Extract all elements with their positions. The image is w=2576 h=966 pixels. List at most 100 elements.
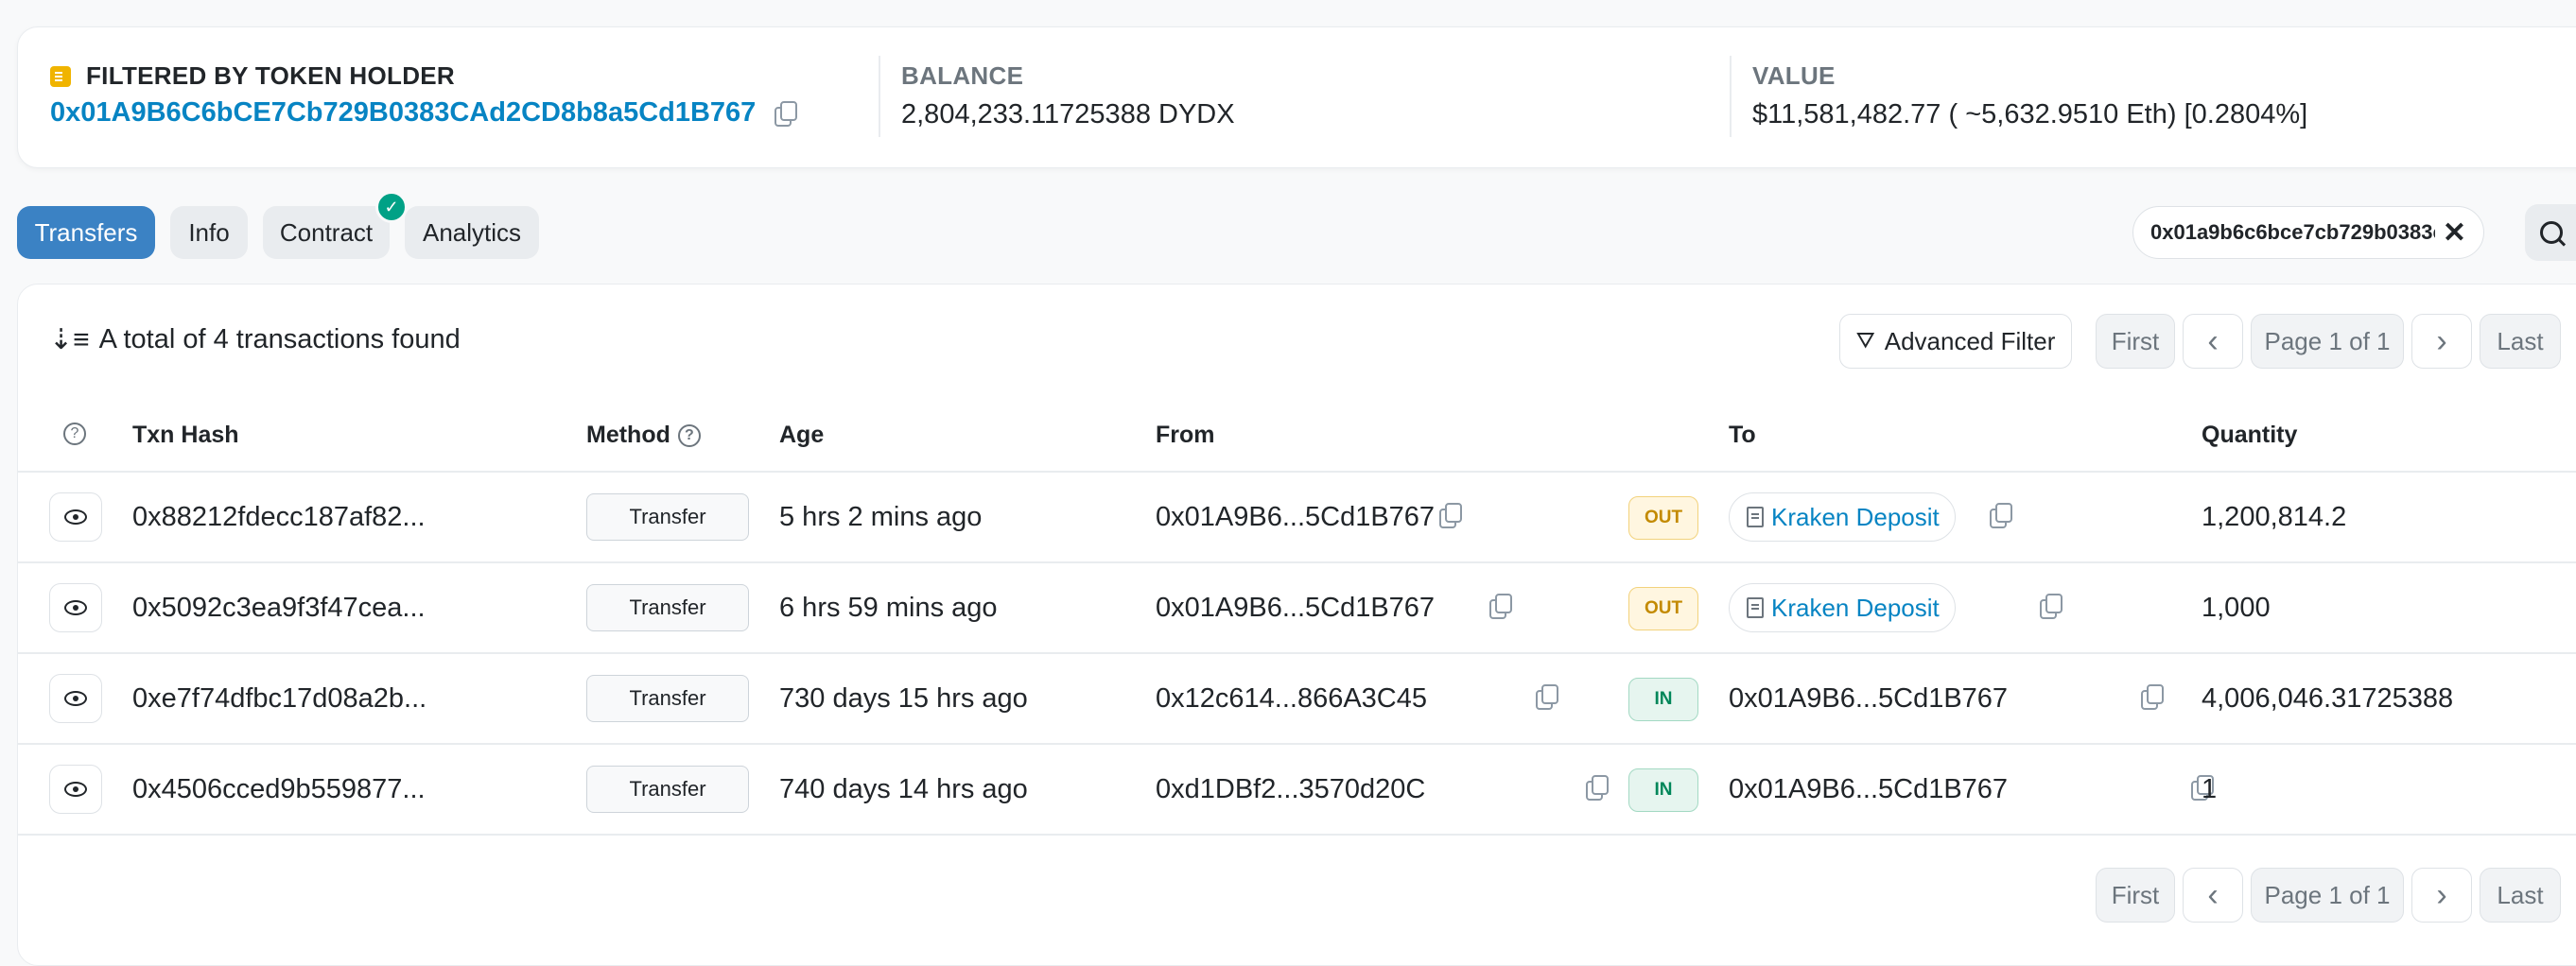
search-button[interactable] bbox=[2525, 204, 2576, 261]
tab-transfers[interactable]: Transfers bbox=[17, 206, 155, 259]
quantity-cell: 1 bbox=[2202, 774, 2218, 804]
pagination-last-button[interactable]: Last bbox=[2480, 314, 2561, 369]
copy-icon[interactable] bbox=[2141, 684, 2165, 710]
eye-icon bbox=[64, 691, 87, 706]
value-label: VALUE bbox=[1752, 61, 1836, 90]
divider bbox=[17, 561, 2576, 563]
txn-hash-link[interactable]: 0x5092c3ea9f3f47cea... bbox=[132, 593, 426, 624]
to-address[interactable]: 0x01A9B6...5Cd1B767 bbox=[1729, 774, 2008, 805]
eye-icon bbox=[64, 600, 87, 615]
row-preview-button[interactable] bbox=[49, 492, 102, 542]
to-address-tag[interactable]: Kraken Deposit bbox=[1729, 492, 1956, 542]
col-header-txn-hash: Txn Hash bbox=[132, 422, 239, 448]
divider bbox=[17, 834, 2576, 836]
balance-value: 2,804,233.11725388 DYDX bbox=[901, 99, 1235, 129]
filter-label-row: FILTERED BY TOKEN HOLDER bbox=[50, 61, 455, 91]
copy-icon[interactable] bbox=[1990, 503, 2013, 528]
method-badge: Transfer bbox=[586, 675, 749, 722]
pagination-last-button[interactable]: Last bbox=[2480, 868, 2561, 923]
value-value: $11,581,482.77 ( ~5,632.9510 Eth) [0.280… bbox=[1752, 99, 2308, 129]
pagination-prev-button[interactable]: ‹ bbox=[2183, 868, 2243, 923]
copy-icon[interactable] bbox=[1535, 684, 1558, 710]
method-badge: Transfer bbox=[586, 493, 749, 541]
direction-badge: OUT bbox=[1628, 587, 1698, 630]
transfers-table-card bbox=[17, 284, 2576, 966]
tab-contract[interactable]: Contract bbox=[263, 206, 390, 259]
age-cell: 730 days 15 hrs ago bbox=[779, 683, 1028, 714]
funnel-icon: ⛛ bbox=[1855, 328, 1875, 354]
sort-icon[interactable]: ⇣≡ bbox=[49, 323, 90, 356]
method-badge: Transfer bbox=[586, 584, 749, 631]
total-text: A total of 4 transactions found bbox=[98, 324, 461, 354]
token-holder-summary-card: FILTERED BY TOKEN HOLDER 0x01A9B6C6bCE7C… bbox=[17, 26, 2576, 168]
pagination-prev-button[interactable]: ‹ bbox=[2183, 314, 2243, 369]
to-address-tag[interactable]: Kraken Deposit bbox=[1729, 583, 1956, 632]
copy-icon[interactable] bbox=[775, 100, 798, 127]
advanced-filter-button[interactable]: ⛛ Advanced Filter bbox=[1839, 314, 2072, 369]
age-cell: 5 hrs 2 mins ago bbox=[779, 502, 983, 532]
pagination-page-label: Page 1 of 1 bbox=[2251, 314, 2404, 369]
pagination-next-button[interactable]: › bbox=[2411, 868, 2472, 923]
to-address[interactable]: 0x01A9B6...5Cd1B767 bbox=[1729, 683, 2008, 715]
col-header-to: To bbox=[1729, 422, 1756, 448]
txn-hash-link[interactable]: 0x4506cced9b559877... bbox=[132, 774, 426, 805]
pagination-next-button[interactable]: › bbox=[2411, 314, 2472, 369]
method-badge: Transfer bbox=[586, 766, 749, 813]
col-header-method-wrap: Method ? bbox=[586, 422, 701, 449]
row-preview-button[interactable] bbox=[49, 583, 102, 632]
direction-badge: IN bbox=[1628, 678, 1698, 721]
advanced-filter-label: Advanced Filter bbox=[1884, 326, 2056, 355]
balance-label: BALANCE bbox=[901, 61, 1024, 90]
tab-analytics[interactable]: Analytics bbox=[405, 206, 539, 259]
direction-badge: OUT bbox=[1628, 496, 1698, 540]
help-icon[interactable]: ? bbox=[63, 423, 86, 445]
divider bbox=[879, 56, 880, 137]
divider bbox=[17, 743, 2576, 745]
quantity-cell: 4,006,046.31725388 bbox=[2202, 683, 2454, 714]
age-cell: 6 hrs 59 mins ago bbox=[779, 593, 998, 623]
from-address-link[interactable]: 0x12c614...866A3C45 bbox=[1156, 683, 1427, 715]
from-address[interactable]: 0x01A9B6...5Cd1B767 bbox=[1156, 593, 1435, 624]
col-header-method: Method bbox=[586, 422, 670, 448]
total-transactions: ⇣≡ A total of 4 transactions found bbox=[49, 323, 461, 356]
filter-holder-icon bbox=[50, 65, 71, 87]
txn-hash-link[interactable]: 0xe7f74dfbc17d08a2b... bbox=[132, 683, 426, 715]
divider bbox=[17, 471, 2576, 473]
from-address-link[interactable]: 0xd1DBf2...3570d20C bbox=[1156, 774, 1425, 805]
verified-check-icon: ✓ bbox=[375, 191, 408, 223]
quantity-cell: 1,000 bbox=[2202, 593, 2271, 623]
document-icon bbox=[1747, 597, 1764, 618]
txn-hash-link[interactable]: 0x88212fdecc187af82... bbox=[132, 502, 426, 533]
holder-address-link[interactable]: 0x01A9B6C6bCE7Cb729B0383CAd2CD8b8a5Cd1B7… bbox=[50, 97, 756, 129]
document-icon bbox=[1747, 507, 1764, 527]
pagination-page-label: Page 1 of 1 bbox=[2251, 868, 2404, 923]
help-icon[interactable]: ? bbox=[677, 423, 701, 447]
holder-address-row: 0x01A9B6C6bCE7Cb729B0383CAd2CD8b8a5Cd1B7… bbox=[50, 97, 798, 129]
divider bbox=[17, 652, 2576, 654]
direction-badge: IN bbox=[1628, 768, 1698, 812]
to-label: Kraken Deposit bbox=[1771, 593, 1940, 622]
row-preview-button[interactable] bbox=[49, 765, 102, 814]
col-header-from: From bbox=[1156, 422, 1215, 448]
address-filter-chip[interactable]: 0x01a9b6c6bce7cb729b0383c... ✕ bbox=[2132, 206, 2484, 259]
filter-label: FILTERED BY TOKEN HOLDER bbox=[86, 61, 456, 90]
pagination-first-button[interactable]: First bbox=[2096, 868, 2175, 923]
copy-icon[interactable] bbox=[1439, 503, 1462, 528]
copy-icon[interactable] bbox=[1488, 594, 1512, 619]
age-cell: 740 days 14 hrs ago bbox=[779, 774, 1028, 804]
eye-icon bbox=[64, 509, 87, 525]
tab-info[interactable]: Info bbox=[170, 206, 248, 259]
to-label: Kraken Deposit bbox=[1771, 502, 1940, 531]
copy-icon[interactable] bbox=[2040, 594, 2063, 619]
from-address[interactable]: 0x01A9B6...5Cd1B767 bbox=[1156, 502, 1435, 533]
pagination-first-button[interactable]: First bbox=[2096, 314, 2175, 369]
copy-icon[interactable] bbox=[1585, 775, 1609, 801]
eye-icon bbox=[64, 782, 87, 797]
address-filter-value: 0x01a9b6c6bce7cb729b0383c... bbox=[2150, 220, 2435, 244]
close-icon[interactable]: ✕ bbox=[2443, 216, 2466, 250]
quantity-cell: 1,200,814.2 bbox=[2202, 502, 2347, 532]
search-icon bbox=[2540, 221, 2563, 244]
col-header-age[interactable]: Age bbox=[779, 422, 824, 449]
row-preview-button[interactable] bbox=[49, 674, 102, 723]
divider bbox=[1730, 56, 1732, 137]
